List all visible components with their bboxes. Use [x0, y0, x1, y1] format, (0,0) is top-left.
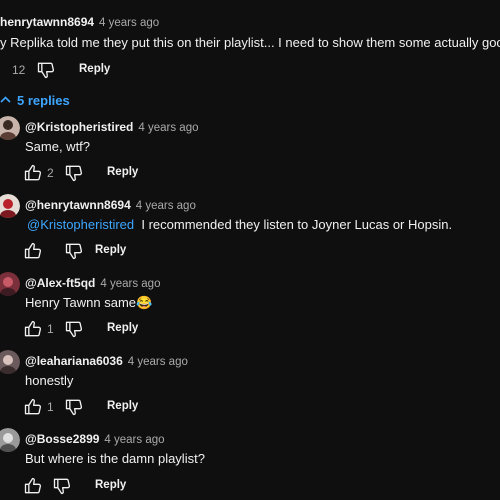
- reply-text: honestly: [25, 373, 74, 388]
- reply-button[interactable]: Reply: [107, 400, 138, 412]
- reply-time[interactable]: 4 years ago: [138, 122, 198, 134]
- avatar[interactable]: [0, 350, 20, 374]
- like-count: 12: [12, 63, 26, 77]
- like-count: 1: [47, 322, 54, 336]
- thumbs-down-icon[interactable]: [64, 241, 84, 261]
- thumbs-down-icon[interactable]: [64, 319, 84, 339]
- reply-author[interactable]: @Alex-ft5qd: [25, 276, 95, 290]
- reply-author[interactable]: @Kristopheristired: [25, 120, 133, 134]
- avatar[interactable]: [0, 272, 20, 296]
- reply-text: Henry Tawnn same😂: [25, 295, 153, 310]
- reply-button[interactable]: Reply: [107, 166, 138, 178]
- comment-time[interactable]: 4 years ago: [99, 17, 159, 29]
- replies-count[interactable]: 5 replies: [17, 93, 70, 108]
- thumbs-up-icon[interactable]: [23, 397, 43, 417]
- thumbs-down-icon[interactable]: [64, 163, 84, 183]
- reply-time[interactable]: 4 years ago: [104, 434, 164, 446]
- comment-author[interactable]: henrytawnn8694: [0, 15, 94, 29]
- thumbs-up-icon[interactable]: [0, 60, 11, 80]
- like-count: 2: [47, 166, 54, 180]
- thumbs-up-icon[interactable]: [23, 476, 43, 496]
- thumbs-down-icon[interactable]: [52, 476, 72, 496]
- reply-button[interactable]: Reply: [79, 63, 110, 75]
- reply-author[interactable]: @henrytawnn8694: [25, 198, 131, 212]
- avatar[interactable]: [0, 116, 20, 140]
- reply-time[interactable]: 4 years ago: [136, 200, 196, 212]
- reply-time[interactable]: 4 years ago: [100, 278, 160, 290]
- reply-button[interactable]: Reply: [95, 479, 126, 491]
- like-count: 1: [47, 400, 54, 414]
- reply-text: But where is the damn playlist?: [25, 451, 205, 466]
- mention-link[interactable]: @Kristopheristired: [27, 217, 134, 232]
- reply-text: Same, wtf?: [25, 139, 91, 154]
- thumbs-down-icon[interactable]: [36, 60, 56, 80]
- reply-button[interactable]: Reply: [95, 244, 126, 256]
- reply-text: @Kristopheristired I recommended they li…: [27, 217, 452, 232]
- reply-author[interactable]: @Bosse2899: [25, 432, 99, 446]
- avatar[interactable]: [0, 428, 20, 452]
- reply-author[interactable]: @leahariana6036: [25, 354, 123, 368]
- reply-time[interactable]: 4 years ago: [128, 356, 188, 368]
- thumbs-up-icon[interactable]: [23, 163, 43, 183]
- thumbs-up-icon[interactable]: [23, 319, 43, 339]
- chevron-up-icon: [0, 96, 11, 103]
- reply-button[interactable]: Reply: [107, 322, 138, 334]
- reply-text-body: I recommended they listen to Joyner Luca…: [141, 217, 453, 232]
- comment-text: y Replika told me they put this on their…: [0, 35, 500, 50]
- thumbs-up-icon[interactable]: [23, 241, 43, 261]
- thumbs-down-icon[interactable]: [64, 397, 84, 417]
- avatar[interactable]: [0, 194, 20, 218]
